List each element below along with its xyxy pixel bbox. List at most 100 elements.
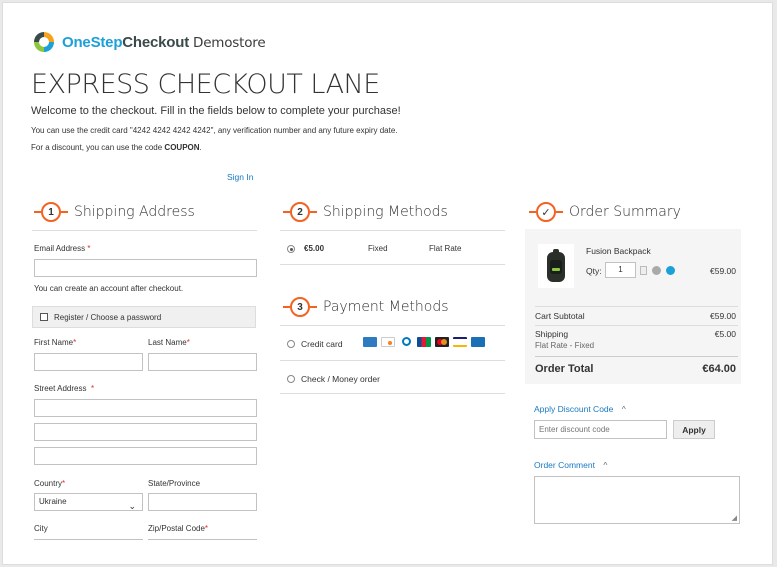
discount-hint-prefix: For a discount, you can use the code: [31, 143, 165, 152]
logo-icon: [34, 32, 54, 52]
checkout-page: OneStepCheckout Demostore EXPRESS CHECKO…: [2, 2, 773, 565]
visa-icon: [453, 337, 467, 347]
resize-handle-icon[interactable]: ◢: [732, 514, 737, 522]
shipping-method-price: €5.00: [304, 244, 325, 253]
shipping-method-name: Fixed: [368, 244, 388, 253]
order-comment-textarea[interactable]: ◢: [534, 476, 740, 524]
logo-text-onestep: OneStep: [62, 33, 123, 51]
discount-hint: For a discount, you can use the code COU…: [31, 143, 202, 152]
credit-card-radio[interactable]: [287, 340, 295, 348]
payment-methods-heading: 3 Payment Methods: [283, 297, 449, 317]
shipping-methods-heading: 2 Shipping Methods: [283, 202, 448, 222]
page-title: EXPRESS CHECKOUT LANE: [31, 69, 380, 100]
apply-discount-button[interactable]: Apply: [673, 420, 715, 439]
apply-discount-toggle[interactable]: Apply Discount Code ^: [534, 404, 626, 414]
jcb-icon: [417, 337, 431, 347]
street-label: Street Address *: [34, 384, 94, 393]
street-line-3-field[interactable]: [34, 447, 257, 465]
state-field[interactable]: [148, 493, 257, 511]
order-summary-heading: ✓ Order Summary: [529, 202, 681, 222]
payment-option-credit-card[interactable]: Credit card: [287, 339, 343, 349]
check-money-order-radio[interactable]: [287, 375, 295, 383]
discount-hint-code: COUPON: [164, 143, 200, 152]
order-comment-label: Order Comment: [534, 460, 595, 470]
qty-input[interactable]: 1: [605, 262, 636, 278]
order-total-label: Order Total: [535, 363, 594, 375]
state-label: State/Province: [148, 479, 201, 488]
shipping-method-radio[interactable]: [287, 245, 295, 253]
order-comment-toggle[interactable]: Order Comment ^: [534, 460, 607, 470]
product-price: €59.00: [710, 266, 736, 276]
welcome-text: Welcome to the checkout. Fill in the fie…: [31, 105, 401, 117]
country-select[interactable]: Ukraine ⌄: [34, 493, 143, 511]
email-label: Email Address *: [34, 244, 91, 253]
diners-icon: [399, 337, 413, 347]
zip-field[interactable]: [148, 539, 257, 540]
city-label: City: [34, 524, 48, 533]
shipping-address-heading: 1 Shipping Address: [34, 202, 195, 222]
shipping-value: €5.00: [714, 329, 736, 339]
divider: [280, 264, 505, 265]
required-mark: *: [90, 384, 95, 393]
last-name-field[interactable]: [148, 353, 257, 371]
divider: [280, 393, 505, 394]
store-logo[interactable]: OneStepCheckout Demostore: [32, 28, 266, 56]
zip-label: Zip/Postal Code*: [148, 524, 208, 533]
logo-text: OneStepCheckout Demostore: [62, 33, 266, 51]
shipping-carrier-name: Flat Rate: [429, 244, 462, 253]
first-name-field[interactable]: [34, 353, 143, 371]
divider: [32, 230, 257, 231]
street-line-2-field[interactable]: [34, 423, 257, 441]
cart-subtotal-value: €59.00: [710, 311, 736, 321]
required-mark: *: [62, 479, 66, 488]
divider: [280, 230, 505, 231]
check-money-order-label: Check / Money order: [301, 374, 380, 384]
product-name: Fusion Backpack: [586, 246, 651, 256]
shipping-methods-title: Shipping Methods: [323, 204, 448, 220]
first-name-label-text: First Name: [34, 338, 74, 347]
last-name-label-text: Last Name: [148, 338, 187, 347]
card-icons: [363, 337, 485, 347]
required-mark: *: [87, 244, 91, 253]
divider: [535, 325, 738, 326]
first-name-label: First Name*: [34, 338, 76, 347]
payment-option-check-money-order[interactable]: Check / Money order: [287, 374, 380, 384]
country-select-value: Ukraine: [39, 497, 67, 506]
street-line-1-field[interactable]: [34, 399, 257, 417]
country-label: Country*: [34, 479, 65, 488]
country-label-text: Country: [34, 479, 63, 488]
step-2-badge: 2: [283, 202, 317, 222]
register-checkbox[interactable]: [40, 313, 48, 321]
discount-code-input[interactable]: [534, 420, 667, 439]
product-image[interactable]: [538, 244, 574, 288]
logo-text-checkout: Checkout: [122, 33, 190, 51]
chevron-up-icon: ^: [603, 460, 608, 470]
logo-text-demostore: Demostore: [193, 34, 266, 51]
divider: [535, 306, 738, 307]
shipping-address-title: Shipping Address: [74, 204, 195, 220]
sign-in-link[interactable]: Sign In: [227, 172, 253, 182]
plus-icon[interactable]: [666, 266, 675, 275]
order-total-value: €64.00: [702, 363, 736, 375]
register-checkbox-row[interactable]: Register / Choose a password: [32, 306, 256, 328]
mastercard-icon: [435, 337, 449, 347]
divider: [280, 325, 505, 326]
account-note: You can create an account after checkout…: [34, 284, 184, 293]
cart-subtotal-label: Cart Subtotal: [535, 311, 585, 321]
shipping-method-row[interactable]: €5.00 Fixed Flat Rate: [287, 243, 502, 255]
trash-icon[interactable]: [640, 266, 647, 275]
divider: [535, 356, 738, 357]
required-mark: *: [186, 338, 190, 347]
qty-label: Qty:: [586, 266, 602, 276]
chevron-down-icon: ⌄: [128, 501, 136, 511]
minus-icon[interactable]: [652, 266, 661, 275]
backpack-icon: [547, 249, 565, 282]
step-3-badge: 3: [283, 297, 317, 317]
shipping-method-summary: Flat Rate - Fixed: [535, 341, 595, 350]
amex-icon: [363, 337, 377, 347]
city-field[interactable]: [34, 539, 143, 540]
email-field[interactable]: [34, 259, 257, 277]
shipping-label: Shipping: [535, 329, 569, 339]
payment-methods-title: Payment Methods: [323, 299, 449, 315]
chevron-up-icon: ^: [621, 404, 626, 414]
